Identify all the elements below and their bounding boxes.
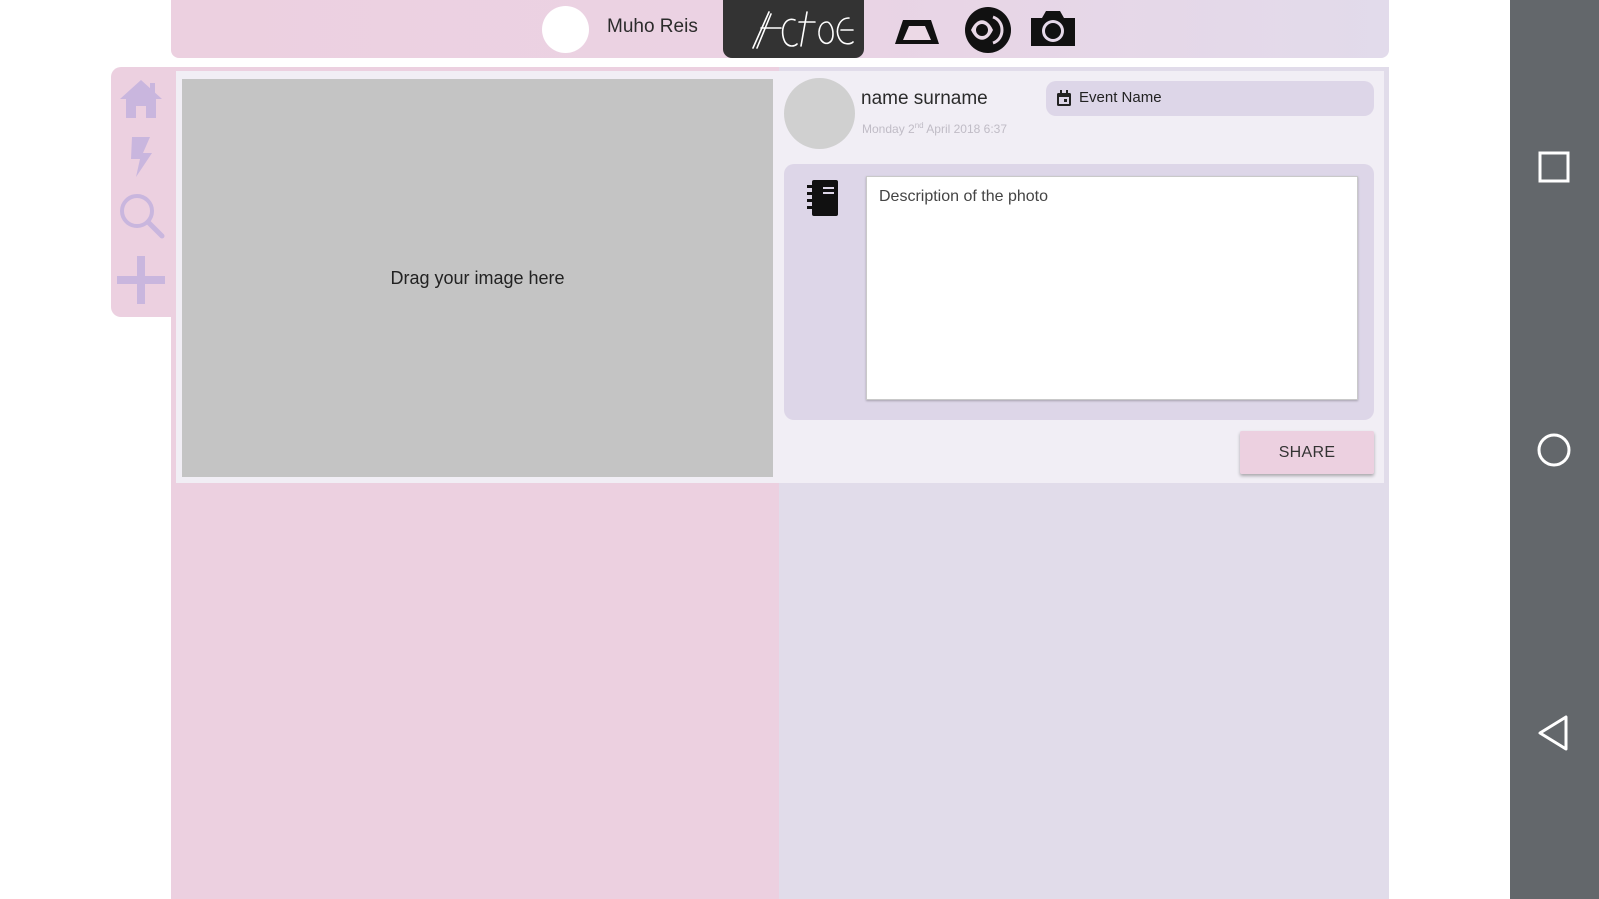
lightning-icon[interactable] <box>117 133 165 181</box>
search-icon[interactable] <box>117 191 165 239</box>
notebook-icon <box>806 179 840 222</box>
author-avatar <box>784 78 855 149</box>
home-circle-icon[interactable] <box>1532 428 1576 472</box>
user-name[interactable]: Muho Reis <box>607 16 698 38</box>
back-triangle-icon[interactable] <box>1532 711 1576 755</box>
system-navigation-bar <box>1510 0 1599 899</box>
post-date: Monday 2nd April 2018 6:37 <box>862 121 1007 136</box>
app-logo[interactable] <box>723 0 864 58</box>
camera-icon[interactable] <box>1028 8 1078 53</box>
post-date-day: Monday 2 <box>862 122 915 136</box>
post-date-suffix: nd <box>914 121 924 130</box>
plus-icon[interactable] <box>117 256 165 304</box>
side-nav <box>111 67 171 317</box>
home-icon[interactable] <box>117 75 165 123</box>
eye-icon[interactable] <box>963 5 1013 60</box>
event-label: Event Name <box>1079 89 1162 106</box>
calendar-icon <box>1057 90 1071 106</box>
arch-icon[interactable] <box>893 10 941 53</box>
user-avatar[interactable] <box>542 6 589 53</box>
dropzone-label: Drag your image here <box>390 267 565 288</box>
recents-square-icon[interactable] <box>1532 145 1576 189</box>
logo-mark <box>752 11 854 49</box>
event-selector[interactable]: Event Name <box>1046 81 1374 116</box>
author-name: name surname <box>861 88 988 109</box>
description-input[interactable] <box>866 176 1358 400</box>
post-date-rest: April 2018 6:37 <box>923 122 1008 136</box>
share-button[interactable]: SHARE <box>1240 431 1374 474</box>
image-dropzone[interactable]: Drag your image here <box>182 79 773 477</box>
